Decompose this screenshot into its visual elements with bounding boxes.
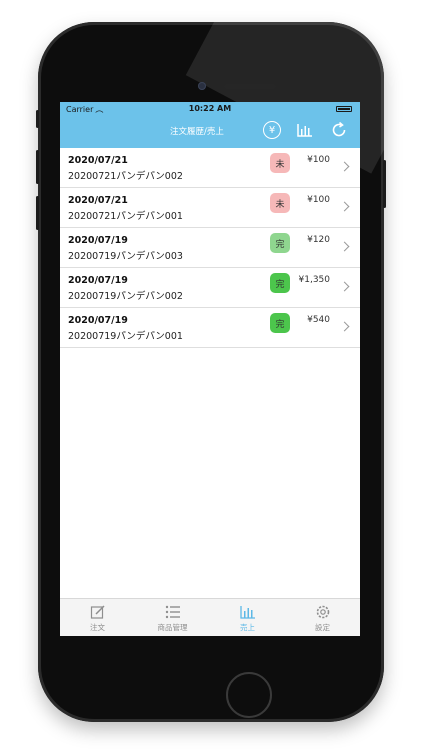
chevron-right-icon: [339, 281, 350, 292]
volume-up-button: [36, 150, 39, 184]
status-time: 10:22 AM: [188, 104, 232, 113]
tab-order[interactable]: 注文: [60, 599, 135, 636]
tab-bar: 注文 商品管理 売上 設定: [60, 598, 360, 636]
order-row[interactable]: 2020/07/19 20200719パンデパン002 完 ¥1,350: [60, 268, 360, 308]
order-amount: ¥120: [307, 235, 330, 245]
page-title: 注文履歴/売上: [170, 127, 224, 137]
refresh-icon[interactable]: [330, 121, 348, 139]
power-button: [383, 160, 386, 208]
order-amount: ¥100: [307, 155, 330, 165]
order-date: 2020/07/21: [68, 155, 128, 166]
status-badge: 完: [270, 273, 290, 293]
chevron-right-icon: [339, 161, 350, 172]
list-icon: [165, 604, 181, 620]
tab-label: 注文: [90, 623, 105, 632]
order-name: 20200721パンデパン001: [68, 211, 183, 222]
battery-icon: [336, 106, 352, 112]
order-date: 2020/07/19: [68, 275, 128, 286]
order-row[interactable]: 2020/07/21 20200721パンデパン002 未 ¥100: [60, 148, 360, 188]
mute-switch: [36, 110, 39, 128]
order-date: 2020/07/19: [68, 235, 128, 246]
order-row[interactable]: 2020/07/21 20200721パンデパン001 未 ¥100: [60, 188, 360, 228]
earpiece-speaker: [224, 84, 276, 89]
status-bar: Carrier ︵ 10:22 AM: [66, 104, 354, 116]
gear-icon: [315, 604, 331, 620]
order-name: 20200721パンデパン002: [68, 171, 183, 182]
chevron-right-icon: [339, 321, 350, 332]
status-badge: 完: [270, 233, 290, 253]
order-amount: ¥100: [307, 195, 330, 205]
chevron-right-icon: [339, 241, 350, 252]
order-name: 20200719パンデパン001: [68, 331, 183, 342]
order-date: 2020/07/21: [68, 195, 128, 206]
tab-label: 売上: [240, 623, 255, 632]
order-row[interactable]: 2020/07/19 20200719パンデパン003 完 ¥120: [60, 228, 360, 268]
tab-settings[interactable]: 設定: [285, 599, 360, 636]
order-list: 2020/07/21 20200721パンデパン002 未 ¥100 2020/…: [60, 148, 360, 348]
tab-label: 商品管理: [157, 623, 188, 632]
yen-icon[interactable]: ¥: [263, 121, 281, 139]
order-date: 2020/07/19: [68, 315, 128, 326]
bar-chart-icon[interactable]: [296, 121, 314, 139]
order-amount: ¥540: [307, 315, 330, 325]
tab-label: 設定: [315, 623, 330, 632]
status-badge: 未: [270, 153, 290, 173]
status-badge: 完: [270, 313, 290, 333]
chevron-right-icon: [339, 201, 350, 212]
nav-header: Carrier ︵ 10:22 AM 注文履歴/売上 ¥: [60, 102, 360, 148]
order-name: 20200719パンデパン003: [68, 251, 183, 262]
order-row[interactable]: 2020/07/19 20200719パンデパン001 完 ¥540: [60, 308, 360, 348]
volume-down-button: [36, 196, 39, 230]
order-name: 20200719パンデパン002: [68, 291, 183, 302]
edit-icon: [90, 604, 106, 620]
status-badge: 未: [270, 193, 290, 213]
home-button[interactable]: [226, 672, 272, 718]
bar-chart-icon: [239, 604, 256, 620]
tab-sales[interactable]: 売上: [210, 599, 285, 636]
tab-product-management[interactable]: 商品管理: [135, 599, 210, 636]
front-camera: [198, 82, 206, 90]
app-screen: Carrier︵ 10:22 AM 注文履歴/売上 ¥ 2020/07/21: [60, 102, 360, 636]
order-amount: ¥1,350: [298, 275, 331, 285]
